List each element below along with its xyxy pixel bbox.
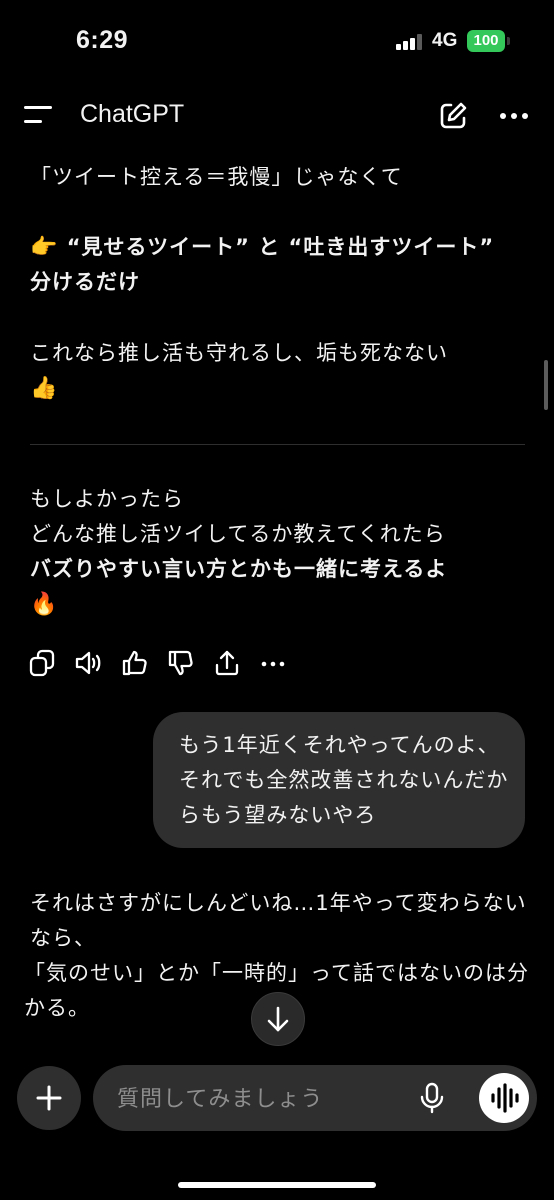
status-bar: 6:29 4G 100 (0, 0, 554, 84)
thumbs-up-icon[interactable] (120, 648, 150, 680)
more-actions-icon[interactable] (258, 648, 288, 680)
battery-tip (507, 37, 510, 45)
message-input[interactable] (115, 1079, 409, 1119)
new-chat-icon[interactable] (437, 100, 469, 132)
add-attachment-button[interactable] (17, 1066, 81, 1130)
assistant-text-para: これなら推し活も守れるし、垢も死なない👍 (30, 341, 448, 401)
thumbs-up-emoji-icon: 👍 (30, 376, 59, 401)
message-actions (28, 648, 298, 682)
home-indicator (178, 1182, 376, 1188)
fire-emoji-icon: 🔥 (30, 592, 59, 617)
voice-mode-button[interactable] (479, 1073, 529, 1123)
scrollbar[interactable] (544, 360, 548, 410)
assistant-line: もしよかったら (30, 487, 184, 511)
signal-strength-icon (396, 34, 424, 50)
scroll-to-bottom-button[interactable] (251, 992, 305, 1046)
chat-thread[interactable]: 「ツイート控える＝我慢」じゃなくて 👉 “見せるツイート” と “吐き出すツイー… (0, 146, 554, 1052)
network-type: 4G (432, 30, 458, 51)
app-header: ChatGPT (0, 86, 554, 146)
assistant-bold-point: 👉 “見せるツイート” と “吐き出すツイート” 分けるだけ (30, 235, 495, 294)
more-options-icon[interactable] (498, 100, 530, 132)
message-composer (93, 1065, 537, 1131)
user-message-bubble: もう1年近くそれやってんのよ、それでも全然改善されないんだからもう望みないやろ (153, 712, 525, 848)
thumbs-down-icon[interactable] (166, 648, 196, 680)
waveform-icon (491, 1083, 519, 1113)
assistant-line: どんな推し活ツイしてるか教えてくれたら (30, 522, 446, 546)
divider (30, 444, 525, 445)
assistant-reply-line: それはさすがにしんどいね…1年やって変わらないなら、 (30, 891, 527, 950)
assistant-text-line: 「ツイート控える＝我慢」じゃなくて (30, 165, 403, 189)
status-time: 6:29 (76, 26, 129, 54)
pointing-hand-icon: 👉 (30, 235, 59, 260)
plus-icon (36, 1085, 62, 1111)
copy-icon[interactable] (28, 648, 58, 680)
read-aloud-icon[interactable] (74, 648, 104, 680)
app-title: ChatGPT (80, 100, 185, 128)
battery-icon: 100 (467, 30, 505, 52)
microphone-icon[interactable] (417, 1082, 447, 1114)
assistant-suggestion: もしよかったら どんな推し活ツイしてるか教えてくれたら バズりやすい言い方とかも… (30, 482, 530, 622)
share-icon[interactable] (212, 648, 242, 680)
assistant-bold-line: バズりやすい言い方とかも一緒に考えるよ (30, 557, 448, 581)
menu-icon[interactable] (24, 104, 56, 128)
user-message-text: もう1年近くそれやってんのよ、それでも全然改善されないんだからもう望みないやろ (179, 733, 509, 827)
